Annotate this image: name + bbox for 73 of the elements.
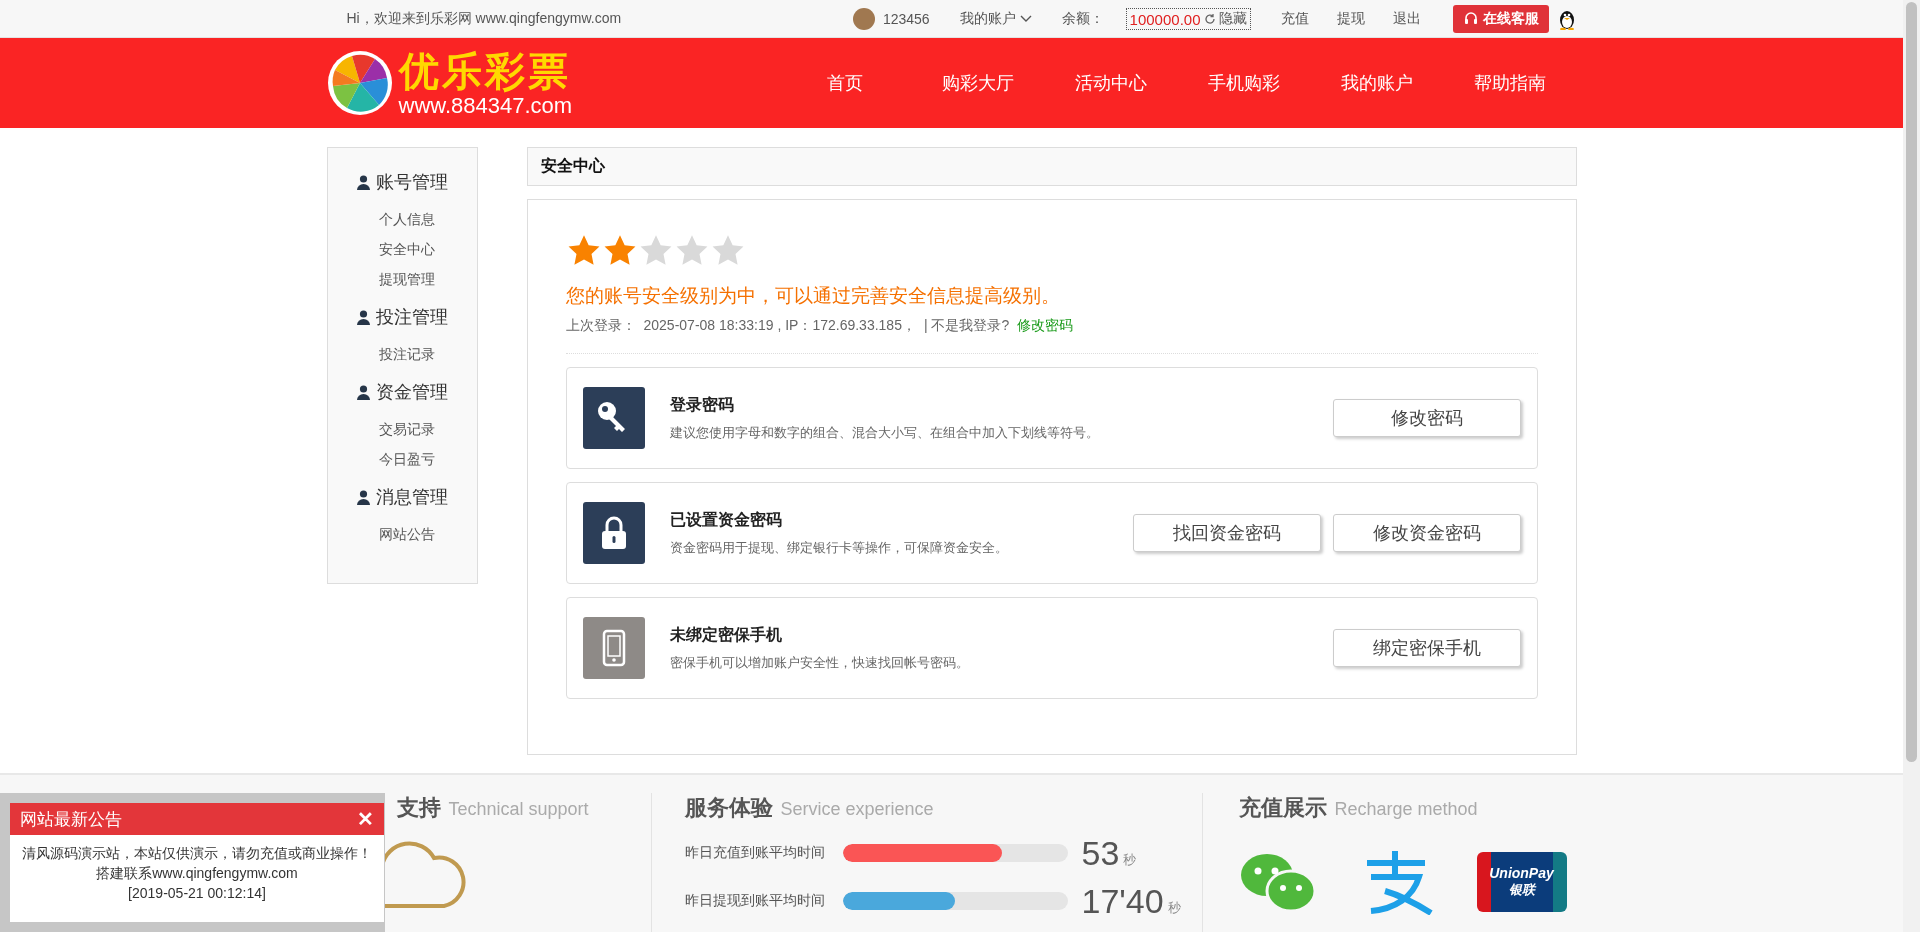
user-icon [356, 489, 370, 505]
top-link[interactable]: 提现 [1336, 10, 1365, 28]
nav-link[interactable]: 首页 [778, 71, 912, 95]
service-label: 昨日提现到账平均时间 [684, 892, 826, 910]
user-icon [356, 384, 370, 400]
footer-subheading: Service experience [780, 799, 934, 820]
sidebar-item[interactable]: 交易记录 [379, 414, 435, 444]
sidebar-item[interactable]: 投注记录 [379, 339, 435, 369]
footer-heading: 服务体验 [684, 794, 773, 822]
service-label: 昨日充值到账平均时间 [684, 844, 826, 862]
avatar [852, 8, 875, 30]
logo-title: 优乐彩票 [399, 48, 572, 94]
logo-url: www.884347.com [398, 94, 573, 118]
chevron-down-icon [1019, 15, 1032, 23]
not-me-text: | 不是我登录? [923, 317, 1010, 335]
close-button[interactable]: ✕ [357, 807, 374, 831]
nav-link[interactable]: 活动中心 [1044, 71, 1178, 95]
item-description: 资金密码用于提现、绑定银行卡等操作，可保障资金安全。 [669, 538, 1009, 557]
sidebar-heading: 消息管理 [375, 486, 448, 509]
item-title: 登录密码 [669, 394, 735, 415]
last-login-label: 上次登录： [565, 317, 636, 335]
balance-label: 余额： [1061, 10, 1104, 28]
item-title: 未绑定密保手机 [669, 624, 783, 645]
notice-title: 网站最新公告 [20, 808, 122, 831]
page-title: 安全中心 [540, 156, 605, 176]
username: 123456 [882, 11, 930, 27]
footer-heading: 充值展示 [1238, 794, 1327, 822]
sidebar-heading: 账号管理 [375, 171, 448, 194]
sidebar-item[interactable]: 今日盈亏 [379, 444, 435, 474]
service-time: 17'40 [1081, 881, 1164, 921]
notice-date: [2019-05-21 00:12:14] [127, 884, 267, 903]
nav-link[interactable]: 我的账户 [1310, 71, 1444, 95]
last-login-info: 2025-07-08 18:33:19 , IP：172.69.33.185， [643, 317, 916, 335]
nav-link[interactable]: 购彩大厅 [911, 71, 1045, 95]
scrollbar[interactable] [1903, 0, 1920, 932]
headset-icon [1462, 11, 1479, 27]
item-description: 密保手机可以增加账户安全性，快速找回帐号密码。 [669, 653, 970, 672]
action-button[interactable]: 修改资金密码 [1332, 514, 1521, 552]
nav-link[interactable]: 手机购彩 [1177, 71, 1311, 95]
sidebar-item[interactable]: 安全中心 [379, 234, 435, 264]
nav-link[interactable]: 帮助指南 [1443, 71, 1577, 95]
hide-button[interactable]: 隐藏 [1218, 10, 1247, 28]
chat-bubbles-icon [1238, 851, 1317, 913]
action-button[interactable]: 找回资金密码 [1132, 514, 1321, 552]
online-service-button[interactable]: 在线客服 [1452, 5, 1549, 33]
sidebar-heading: 资金管理 [375, 381, 448, 404]
item-title: 已设置资金密码 [669, 509, 783, 530]
action-button[interactable]: 修改密码 [1332, 399, 1521, 437]
refresh-icon[interactable] [1203, 13, 1216, 25]
top-link[interactable]: 充值 [1280, 10, 1309, 28]
top-link[interactable]: 退出 [1392, 10, 1421, 28]
balance-value: 100000.00 [1129, 10, 1201, 28]
user-icon [356, 309, 370, 325]
sidebar-item[interactable]: 提现管理 [379, 264, 435, 294]
time-unit: 秒 [1167, 899, 1181, 917]
footer-subheading: Technical support [448, 799, 589, 820]
change-password-link[interactable]: 修改密码 [1017, 317, 1074, 335]
footer-subheading: Recharge method [1334, 799, 1478, 820]
account-menu[interactable]: 我的账户 [959, 10, 1032, 28]
action-button[interactable]: 绑定密保手机 [1332, 629, 1521, 667]
welcome-text: Hi，欢迎来到乐彩网 www.qingfengymw.com [346, 10, 622, 28]
logo-icon [326, 50, 393, 116]
phone-icon [601, 629, 626, 667]
notice-text: 清风源码演示站，本站仅供演示，请勿充值或商业操作！搭建联系www.qingfengymw.com [21, 844, 373, 883]
security-level-message: 您的账号安全级别为中，可以通过完善安全信息提高级别。 [565, 284, 1061, 308]
time-unit: 秒 [1123, 851, 1137, 869]
service-time: 53 [1081, 833, 1120, 873]
item-description: 建议您使用字母和数字的组合、混合大小写、在组合中加入下划线等符号。 [669, 423, 1100, 442]
footer-heading: 支持 [396, 794, 441, 822]
sidebar-heading: 投注管理 [375, 306, 448, 329]
user-icon [356, 174, 370, 190]
sidebar-item[interactable]: 网站公告 [379, 519, 435, 549]
sidebar-item[interactable]: 个人信息 [379, 204, 435, 234]
